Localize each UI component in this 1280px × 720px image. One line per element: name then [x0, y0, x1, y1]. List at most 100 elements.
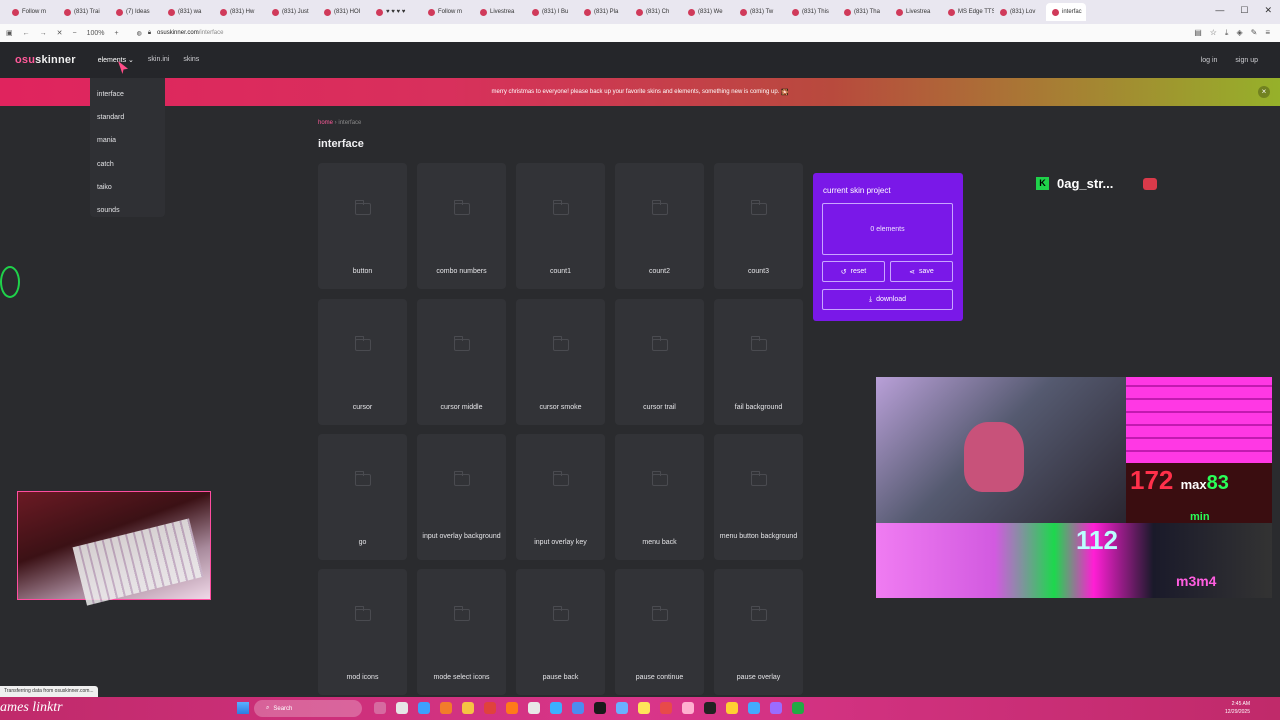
taskbar-app-icon[interactable] [550, 702, 562, 714]
windows-start-icon[interactable] [237, 702, 249, 714]
element-card[interactable]: cursor middle [417, 299, 506, 425]
taskbar-app-icon[interactable] [594, 702, 606, 714]
lock-icon[interactable]: 🔒︎ [148, 30, 151, 37]
menu-icon[interactable]: ≡ [1265, 28, 1270, 38]
save-button[interactable]: ⋖ save [890, 261, 953, 282]
browser-tab[interactable]: (831) wa [162, 3, 214, 21]
taskbar-app-icon[interactable] [440, 702, 452, 714]
maximize-icon[interactable]: ☐ [1240, 5, 1248, 16]
taskbar-app-icon[interactable] [682, 702, 694, 714]
taskbar-app-icon[interactable] [748, 702, 760, 714]
login-link[interactable]: log in [1201, 57, 1218, 64]
shield-ext-icon[interactable]: ◈ [1236, 28, 1242, 38]
zoom-out-icon[interactable]: − [73, 30, 77, 37]
taskbar-clock[interactable]: 2:45 AM 12/29/2025 [1225, 700, 1250, 716]
nav-elements[interactable]: elements ⌄ [98, 56, 134, 64]
taskbar-app-icon[interactable] [616, 702, 628, 714]
browser-tab[interactable]: (831) Pla [578, 3, 630, 21]
element-card[interactable]: combo numbers [417, 163, 506, 289]
browser-tab[interactable]: (831) HOI [318, 3, 370, 21]
dropdown-item-sounds[interactable]: sounds [90, 199, 165, 222]
site-logo[interactable]: osuskinner [15, 54, 76, 66]
shield-icon[interactable]: ◍ [137, 30, 142, 37]
element-card[interactable]: count3 [714, 163, 803, 289]
sidebar-toggle-icon[interactable]: ▣ [6, 29, 13, 37]
element-card[interactable]: pause continue [615, 569, 704, 695]
banner-close-button[interactable]: × [1258, 86, 1270, 98]
element-card[interactable]: count1 [516, 163, 605, 289]
element-card[interactable]: pause overlay [714, 569, 803, 695]
browser-tab[interactable]: (831) I Bu [526, 3, 578, 21]
taskbar-app-icon[interactable] [770, 702, 782, 714]
star-icon[interactable]: ☆ [1210, 28, 1217, 38]
minimize-icon[interactable]: — [1215, 5, 1224, 16]
element-card[interactable]: go [318, 434, 407, 560]
browser-tab[interactable]: (831) Tha [838, 3, 890, 21]
taskbar-app-icon[interactable] [374, 702, 386, 714]
download-icon[interactable]: ⤓ [1225, 28, 1229, 38]
browser-tab[interactable]: (7) Ideas [110, 3, 162, 21]
taskbar-app-icon[interactable] [528, 702, 540, 714]
forward-icon[interactable]: → [40, 30, 47, 37]
taskbar-app-icon[interactable] [792, 702, 804, 714]
element-card[interactable]: fail background [714, 299, 803, 425]
taskbar-app-icon[interactable] [726, 702, 738, 714]
zoom-level[interactable]: 100% [87, 30, 105, 37]
browser-tab[interactable]: Livestrea [890, 3, 942, 21]
element-card[interactable]: input overlay background [417, 434, 506, 560]
browser-tab[interactable]: (831) Just [266, 3, 318, 21]
browser-tab[interactable]: (831) Trai [58, 3, 110, 21]
browser-tab[interactable]: interfac [1046, 3, 1086, 21]
close-window-icon[interactable]: ✕ [1264, 5, 1272, 16]
element-card[interactable]: pause back [516, 569, 605, 695]
taskbar-app-icon[interactable] [638, 702, 650, 714]
taskbar-app-icon[interactable] [506, 702, 518, 714]
taskbar-app-icon[interactable] [572, 702, 584, 714]
dropdown-item-taiko[interactable]: taiko [90, 176, 165, 199]
browser-tab[interactable]: (831) We [682, 3, 734, 21]
element-card[interactable]: cursor [318, 299, 407, 425]
element-card[interactable]: input overlay key [516, 434, 605, 560]
browser-tab[interactable]: Follow m [6, 3, 58, 21]
breadcrumb-home[interactable]: home [318, 120, 333, 126]
taskbar-app-icon[interactable] [418, 702, 430, 714]
element-card[interactable]: cursor trail [615, 299, 704, 425]
taskbar-app-icon[interactable] [396, 702, 408, 714]
taskbar-search[interactable]: ⌕ Search [254, 700, 362, 717]
download-button[interactable]: ⤓ download [822, 289, 953, 310]
browser-tab[interactable]: MS Edge TTS [942, 3, 994, 21]
browser-tab[interactable]: (831) Ch [630, 3, 682, 21]
dropdown-item-mania[interactable]: mania [90, 129, 165, 152]
project-elements-box[interactable]: 0 elements [822, 203, 953, 255]
nav-skins[interactable]: skins [183, 56, 199, 64]
taskbar-app-icon[interactable] [704, 702, 716, 714]
dropdown-item-catch[interactable]: catch [90, 153, 165, 176]
browser-tab[interactable]: (831) This [786, 3, 838, 21]
dropdown-item-standard[interactable]: standard [90, 106, 165, 129]
browser-tab[interactable]: ♥ ♥ ♥ ♥ [370, 3, 422, 21]
element-card[interactable]: menu button background [714, 434, 803, 560]
taskbar-app-icon[interactable] [462, 702, 474, 714]
address-bar[interactable]: ◍ 🔒︎ osuskinner.com/interface [129, 26, 232, 40]
element-card[interactable]: count2 [615, 163, 704, 289]
reader-icon[interactable]: ▤ [1194, 28, 1202, 38]
element-card[interactable]: cursor smoke [516, 299, 605, 425]
stop-loading-icon[interactable]: ✕ [57, 29, 63, 37]
signup-link[interactable]: sign up [1235, 57, 1258, 64]
nav-skin-ini[interactable]: skin.ini [148, 56, 169, 64]
browser-tab[interactable]: Follow m [422, 3, 474, 21]
zoom-in-icon[interactable]: + [115, 30, 119, 37]
browser-tab[interactable]: (831) Tw [734, 3, 786, 21]
dropdown-item-interface[interactable]: interface [90, 83, 165, 106]
element-card[interactable]: mod icons [318, 569, 407, 695]
element-card[interactable]: mode select icons [417, 569, 506, 695]
browser-tab[interactable]: (831) Lov [994, 3, 1046, 21]
puzzle-icon[interactable]: ✎ [1251, 28, 1258, 38]
back-icon[interactable]: ← [23, 30, 30, 37]
element-card[interactable]: menu back [615, 434, 704, 560]
element-card[interactable]: button [318, 163, 407, 289]
browser-tab[interactable]: Livestrea [474, 3, 526, 21]
taskbar-app-icon[interactable] [660, 702, 672, 714]
browser-tab[interactable]: (831) Hw [214, 3, 266, 21]
taskbar-app-icon[interactable] [484, 702, 496, 714]
